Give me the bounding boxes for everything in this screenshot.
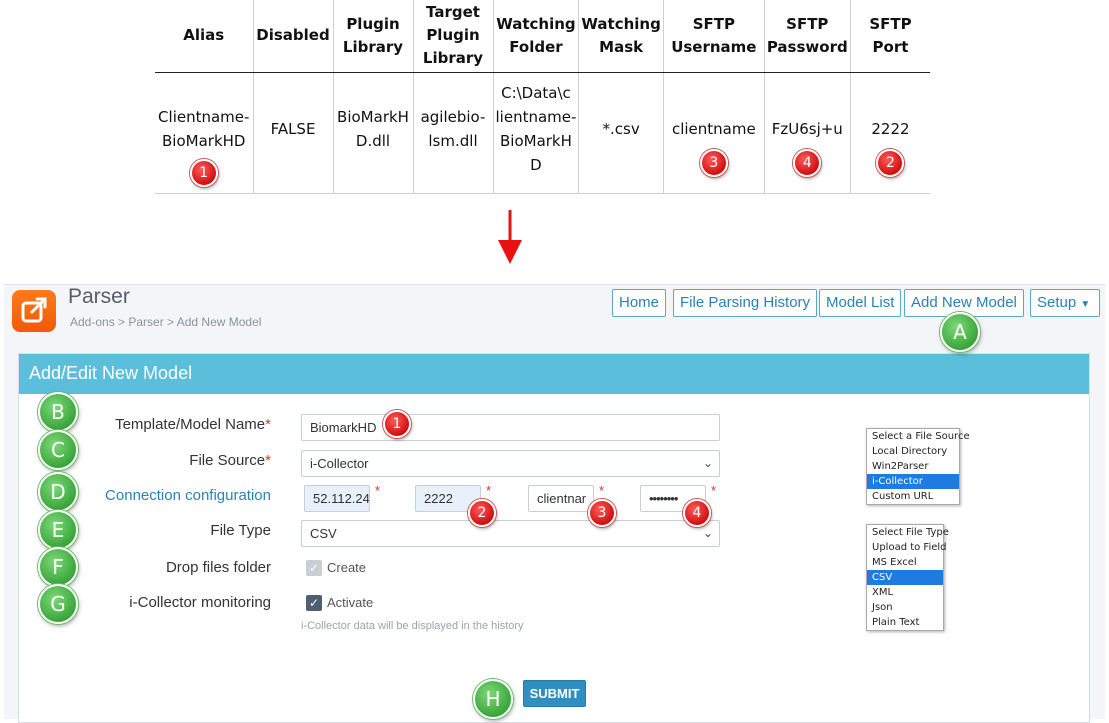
- file-type-label: File Type: [210, 522, 271, 539]
- required-marker: *: [599, 483, 605, 498]
- step-badge-a: A: [940, 312, 980, 352]
- file-type-dropdown-preview: Select File Type Upload to Field MS Exce…: [866, 524, 949, 631]
- header-watching-mask: Watching Mask: [578, 0, 664, 73]
- submit-button[interactable]: SUBMIT: [523, 680, 586, 707]
- step-badge-4: 4: [793, 148, 822, 177]
- create-checkbox[interactable]: ✓: [306, 560, 322, 576]
- step-badge-d: D: [38, 472, 78, 512]
- step-badge-f: F: [38, 547, 78, 587]
- panel-title: Add/Edit New Model: [19, 354, 1089, 394]
- dropdown-option-selected[interactable]: CSV: [867, 570, 943, 585]
- step-badge-c: C: [38, 430, 78, 470]
- header-sftp-password: SFTP Password: [763, 0, 851, 73]
- required-marker: *: [375, 483, 381, 498]
- step-badge-2: 2: [468, 499, 496, 527]
- file-source-dropdown-preview: Select a File Source Local Directory Win…: [866, 428, 970, 505]
- cell-disabled: FALSE: [252, 71, 334, 194]
- dropdown-option[interactable]: Win2Parser: [867, 459, 959, 474]
- step-badge-b: B: [38, 392, 78, 432]
- create-label: Create: [327, 560, 367, 575]
- nav-file-parsing-history-button[interactable]: File Parsing History: [673, 289, 818, 317]
- header-disabled: Disabled: [252, 0, 334, 73]
- step-badge-3: 3: [699, 148, 728, 177]
- breadcrumb[interactable]: Add-ons > Parser > Add New Model: [70, 315, 261, 329]
- cell-sftp-username: clientname 3: [662, 71, 765, 194]
- table-header-row: Alias Disabled Plugin Library Target Plugi…: [155, 0, 931, 73]
- activate-label: Activate: [327, 595, 374, 610]
- cell-alias: Clientname- BioMarkHD 1: [155, 71, 254, 194]
- file-type-select[interactable]: CSV ⌄: [301, 520, 720, 547]
- activate-checkbox[interactable]: ✓: [306, 595, 322, 611]
- cell-watching-folder: C:\Data\c lientname- BioMarkH D: [492, 71, 580, 194]
- template-name-input[interactable]: BiomarkHD: [301, 414, 720, 441]
- template-label: Template/Model Name*: [115, 416, 271, 433]
- chevron-down-icon: ⌄: [702, 456, 713, 470]
- cell-target-plugin-library: agilebio-lsm.dll: [412, 71, 494, 194]
- setup-label: Setup: [1037, 294, 1077, 311]
- dropdown-option[interactable]: MS Excel: [867, 555, 943, 570]
- nav-home-button[interactable]: Home: [612, 289, 667, 317]
- header-plugin-library: Plugin Library: [332, 0, 414, 73]
- nav-setup-dropdown[interactable]: Setup ▼: [1030, 289, 1100, 317]
- step-badge-g: G: [38, 584, 78, 624]
- step-badge-1: 1: [189, 158, 218, 187]
- step-badge-4: 4: [683, 499, 711, 527]
- dropdown-option[interactable]: XML: [867, 585, 943, 600]
- nav-model-list-button[interactable]: Model List: [819, 289, 902, 317]
- config-table: Alias Disabled Plugin Library Target Plugi…: [155, 0, 931, 194]
- dropdown-option[interactable]: Upload to Field: [867, 540, 947, 555]
- cell-sftp-password: FzU6sj+u 4: [763, 71, 851, 194]
- username-input[interactable]: clientnar: [528, 485, 594, 512]
- dropdown-option[interactable]: Select File Type: [867, 525, 949, 540]
- step-badge-1: 1: [383, 410, 411, 438]
- host-input[interactable]: 52.112.24: [304, 485, 370, 512]
- cell-plugin-library: BioMarkH D.dll: [332, 71, 414, 194]
- step-badge-h: H: [473, 679, 513, 719]
- dropdown-option-selected[interactable]: i-Collector: [867, 474, 959, 489]
- step-badge-3: 3: [588, 499, 616, 527]
- required-marker: *: [486, 483, 492, 498]
- monitoring-label: i-Collector monitoring: [129, 594, 271, 611]
- file-source-select[interactable]: i-Collector ⌄: [301, 450, 720, 477]
- parser-logo-icon: [12, 290, 56, 332]
- step-badge-2: 2: [876, 148, 905, 177]
- header-sftp-username: SFTP Username: [662, 0, 765, 73]
- file-source-label: File Source*: [189, 452, 271, 469]
- step-badge-e: E: [38, 510, 78, 550]
- cell-sftp-port: 2222 2: [849, 71, 931, 194]
- header-target-plugin-library: Target Plugin Library: [412, 0, 494, 73]
- dropdown-option[interactable]: Select a File Source: [867, 429, 970, 444]
- dropdown-option[interactable]: Json: [867, 600, 943, 615]
- cell-watching-mask: *.csv: [578, 71, 664, 194]
- drop-files-folder-label: Drop files folder: [165, 559, 271, 576]
- header-sftp-port: SFTP Port: [849, 0, 931, 73]
- dropdown-option[interactable]: Custom URL: [867, 489, 959, 504]
- caret-down-icon: ▼: [1080, 299, 1091, 310]
- dropdown-option[interactable]: Local Directory: [867, 444, 959, 459]
- connection-configuration-link[interactable]: Connection configuration: [105, 487, 271, 504]
- header-watching-folder: Watching Folder: [492, 0, 580, 73]
- app-title: Parser: [68, 285, 130, 308]
- monitoring-hint: i-Collector data will be displayed in th…: [301, 620, 524, 632]
- dropdown-option[interactable]: Plain Text: [867, 615, 943, 630]
- header-alias: Alias: [155, 0, 254, 73]
- table-row: Clientname- BioMarkHD 1 FALSE BioMarkH D.d…: [155, 71, 931, 194]
- required-marker: *: [711, 483, 717, 498]
